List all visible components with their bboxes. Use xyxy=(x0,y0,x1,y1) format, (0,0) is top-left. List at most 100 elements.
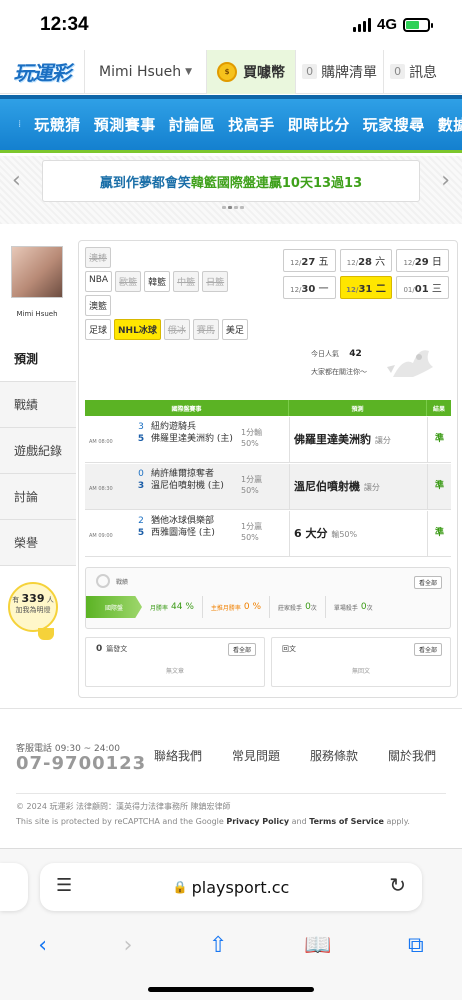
header-result: 結果 xyxy=(432,405,445,413)
date-weekday: 二 xyxy=(375,284,386,295)
carousel-dot-active[interactable] xyxy=(228,206,232,209)
privacy-link[interactable]: Privacy Policy xyxy=(226,817,289,826)
footer-link-about[interactable]: 關於我們 xyxy=(388,747,436,764)
home-team[interactable]: 佛羅里達美洲豹 (主) xyxy=(151,433,233,445)
odds-rate: 50% xyxy=(241,533,259,542)
previous-tab-preview[interactable] xyxy=(0,863,28,911)
away-team[interactable]: 納許維爾掠奪者 xyxy=(151,468,214,480)
prediction-type: 讓分 xyxy=(374,436,391,445)
site-logo[interactable]: 玩運彩 xyxy=(0,50,84,94)
carousel-dot[interactable] xyxy=(234,206,238,209)
date-button[interactable]: 12/31 二 xyxy=(339,276,393,299)
date-day: 31 xyxy=(358,284,373,295)
date-button[interactable]: 01/01 三 xyxy=(396,276,449,299)
avatar[interactable] xyxy=(11,246,63,298)
mascot-icon xyxy=(387,350,433,377)
category-button[interactable]: NBA xyxy=(85,271,113,292)
chevron-right-icon[interactable]: › xyxy=(441,168,450,193)
address-bar[interactable]: ☰ 🔒 playsport.cc ↻ xyxy=(40,863,422,911)
main-month-rate-label: 主推月勝率 xyxy=(210,604,241,612)
footer-link-terms[interactable]: 服務條款 xyxy=(310,747,358,764)
fans-count: 339 xyxy=(21,592,45,605)
prediction-pick: 6 大分 xyxy=(294,527,328,540)
posts-view-all-button[interactable]: 看全部 xyxy=(227,643,256,656)
home-team[interactable]: 西雅圖海怪 (主) xyxy=(151,527,215,539)
game-time: AM 08:00 xyxy=(89,439,113,445)
tabs-icon[interactable]: ⧉ xyxy=(408,933,424,958)
category-button: 俄冰 xyxy=(163,319,190,340)
chevron-left-icon[interactable]: ‹ xyxy=(12,168,21,193)
category-row: NBA 歐籃 韓籃 中籃 日籃 xyxy=(85,271,275,292)
result-badge: 準 xyxy=(427,417,451,462)
game-teams: 0 納許維爾掠奪者 3 溫尼伯噴射機 (主) xyxy=(137,464,241,509)
main-month-rate-value: 0 % xyxy=(243,602,262,612)
record-title: 戰績 xyxy=(116,578,129,586)
result-badge: 準 xyxy=(427,511,451,556)
nav-item-experts[interactable]: 找高手 xyxy=(228,114,275,135)
date-weekday: 三 xyxy=(431,284,442,295)
phone-number[interactable]: 07-9700123 xyxy=(16,753,146,774)
back-icon[interactable]: ‹ xyxy=(38,933,47,958)
record-view-all-button[interactable]: 看全部 xyxy=(413,576,442,589)
nav-item-data[interactable]: 數據 xyxy=(438,114,462,135)
browser-chrome: ☰ 🔒 playsport.cc ↻ ‹ › ⇧ 📖 ⧉ xyxy=(0,848,462,1000)
user-menu[interactable]: Mimi Hsueh ▼ xyxy=(84,49,206,94)
page-menu-icon[interactable]: ☰ xyxy=(56,875,72,896)
terms-link[interactable]: Terms of Service xyxy=(309,817,384,826)
date-button[interactable]: 12/30 一 xyxy=(283,276,336,299)
cart-button[interactable]: 0 購牌清單 xyxy=(295,49,383,94)
date-button[interactable]: 12/27 五 xyxy=(283,249,336,272)
odds-line: 1分輸 xyxy=(241,428,263,437)
side-tab-predict[interactable]: 預測 xyxy=(0,336,76,382)
away-team[interactable]: 猶他冰球俱樂部 xyxy=(151,515,214,527)
nav-item-predict[interactable]: 預測賽事 xyxy=(94,114,156,135)
category-row: 澳籃 xyxy=(85,295,275,316)
nav-item-play[interactable]: 玩競猜 xyxy=(34,114,81,135)
single-unit: 次 xyxy=(366,604,373,612)
reload-icon[interactable]: ↻ xyxy=(389,873,406,897)
share-icon[interactable]: ⇧ xyxy=(209,933,227,958)
side-tab-honor[interactable]: 榮譽 xyxy=(0,520,76,566)
record-tag: 國際盤 xyxy=(86,596,142,618)
messages-button[interactable]: 0 訊息 xyxy=(383,49,443,94)
game-odds: 1分輸 50% xyxy=(241,417,289,462)
date-day: 29 xyxy=(414,257,429,268)
away-score: 2 xyxy=(138,516,144,526)
streak-killer: 莊家殺手 0 次 xyxy=(270,596,326,618)
away-team[interactable]: 紐約遊騎兵 xyxy=(151,421,196,433)
home-team[interactable]: 溫尼伯噴射機 (主) xyxy=(151,480,224,492)
buy-coin-button[interactable]: $ 買噱幣 xyxy=(206,49,296,94)
forward-icon[interactable]: › xyxy=(124,933,133,958)
category-button[interactable]: 美足 xyxy=(221,319,248,340)
prediction: 溫尼伯噴射機 讓分 xyxy=(289,464,427,509)
category-button: 澳棒 xyxy=(85,247,112,268)
carousel-dot[interactable] xyxy=(240,206,244,209)
nav-item-forum[interactable]: 討論區 xyxy=(169,114,216,135)
category-button[interactable]: 足球 xyxy=(85,319,112,340)
date-day: 27 xyxy=(301,257,316,268)
banner-link[interactable]: 贏到作夢都會笑 韓籃 國際盤連贏10天13過13 xyxy=(42,160,420,202)
odds-line: 1分贏 xyxy=(241,522,263,531)
side-tab-game-log[interactable]: 遊戲紀錄 xyxy=(0,428,76,474)
date-button[interactable]: 12/29 日 xyxy=(396,249,449,272)
odds-rate: 50% xyxy=(241,439,259,448)
fans-lightbulb-button[interactable]: 有 339 人 加我為明燈 xyxy=(8,582,58,632)
replies-view-all-button[interactable]: 看全部 xyxy=(413,643,442,656)
date-weekday: 一 xyxy=(318,284,329,295)
carousel-dot[interactable] xyxy=(222,206,226,209)
footer-link-contact[interactable]: 聯絡我們 xyxy=(154,747,202,764)
bookmarks-icon[interactable]: 📖 xyxy=(304,933,331,958)
date-button[interactable]: 12/28 六 xyxy=(339,249,393,272)
footer-link-faq[interactable]: 常見問題 xyxy=(232,747,280,764)
signal-icon xyxy=(352,17,371,32)
category-button[interactable]: NHL冰球 xyxy=(114,319,161,340)
side-tab-discuss[interactable]: 討論 xyxy=(0,474,76,520)
category-button[interactable]: 澳籃 xyxy=(85,295,112,316)
side-tab-record[interactable]: 戰績 xyxy=(0,382,76,428)
category-button[interactable]: 韓籃 xyxy=(144,271,171,292)
nav-item-player-search[interactable]: 玩家搜尋 xyxy=(363,114,425,135)
banner-text-a: 贏到作夢都會笑 xyxy=(99,175,191,191)
nav-item-live-score[interactable]: 即時比分 xyxy=(288,114,350,135)
date-month: 01/ xyxy=(403,286,415,294)
category-button: 歐籃 xyxy=(115,271,142,292)
